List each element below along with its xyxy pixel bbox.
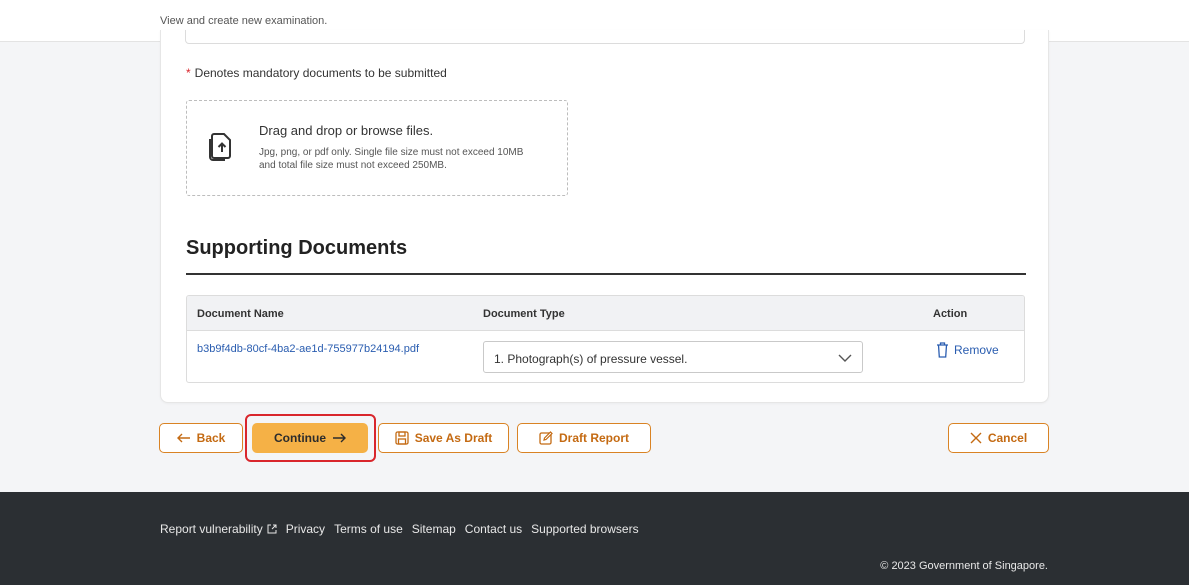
page-subtitle: View and create new examination. [160,15,328,27]
document-type-select[interactable]: 1. Photograph(s) of pressure vessel. [483,341,863,373]
document-name-link[interactable]: b3b9f4db-80cf-4ba2-ae1d-755977b24194.pdf [197,343,419,355]
save-icon [395,431,409,445]
draft-report-button[interactable]: Draft Report [517,423,651,453]
close-icon [970,432,982,444]
footer-link-report-vulnerability[interactable]: Report vulnerability [160,522,277,536]
column-header-action: Action [933,308,968,320]
documents-card: * Denotes mandatory documents to be submi… [160,30,1049,403]
footer-link-terms-of-use[interactable]: Terms of use [334,522,403,536]
back-label: Back [196,431,226,445]
footer-link-supported-browsers[interactable]: Supported browsers [531,522,638,536]
dropzone-title: Drag and drop or browse files. [259,123,434,138]
trash-icon [937,342,948,358]
remove-button[interactable]: Remove [936,342,999,358]
site-footer: Report vulnerability Privacy Terms of us… [0,492,1189,585]
file-upload-icon [209,133,231,161]
mandatory-note: * Denotes mandatory documents to be submi… [186,66,447,80]
document-type-value: 1. Photograph(s) of pressure vessel. [494,352,688,366]
footer-link-sitemap[interactable]: Sitemap [412,522,456,536]
copyright: © 2023 Government of Singapore. [880,560,1048,572]
cancel-button[interactable]: Cancel [948,423,1049,453]
chevron-down-icon [838,354,852,362]
table-row: b3b9f4db-80cf-4ba2-ae1d-755977b24194.pdf… [187,331,1024,382]
arrow-left-icon [176,433,190,443]
required-star: * [186,66,191,80]
documents-table: Document Name Document Type Action b3b9f… [186,295,1025,383]
previous-field-edge [185,30,1025,44]
draft-report-label: Draft Report [558,431,629,445]
edit-icon [539,431,553,445]
footer-link-contact-us[interactable]: Contact us [465,522,522,536]
section-title: Supporting Documents [186,237,408,259]
save-as-draft-label: Save As Draft [414,431,493,445]
back-button[interactable]: Back [159,423,243,453]
table-header: Document Name Document Type Action [187,296,1024,331]
footer-link-privacy[interactable]: Privacy [286,522,325,536]
column-header-document-name: Document Name [197,308,284,320]
mandatory-note-text: Denotes mandatory documents to be submit… [194,66,447,80]
external-link-icon [267,524,277,534]
section-divider [186,273,1026,275]
remove-label: Remove [954,343,999,357]
file-dropzone[interactable]: Drag and drop or browse files. Jpg, png,… [186,100,568,196]
dropzone-hint: Jpg, png, or pdf only. Single file size … [259,147,524,171]
continue-highlight [245,414,376,462]
save-as-draft-button[interactable]: Save As Draft [378,423,509,453]
footer-links: Report vulnerability Privacy Terms of us… [160,522,648,536]
footer-link-label: Report vulnerability [160,522,263,536]
column-header-document-type: Document Type [483,308,565,320]
cancel-label: Cancel [987,431,1028,445]
